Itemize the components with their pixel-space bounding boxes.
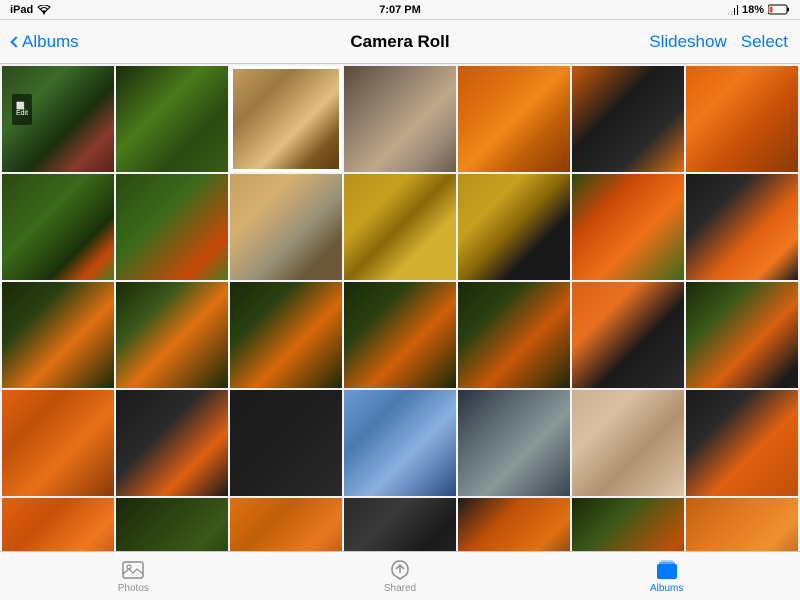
photo-thumb[interactable]	[116, 498, 228, 551]
photo-grid: ⬜Edit	[0, 64, 800, 551]
photo-thumb[interactable]	[458, 390, 570, 496]
photo-thumb[interactable]	[230, 390, 342, 496]
photo-thumb[interactable]	[572, 282, 684, 388]
nav-back[interactable]: Albums	[12, 32, 79, 52]
photo-thumb[interactable]	[686, 66, 798, 172]
photo-thumb[interactable]	[2, 174, 114, 280]
photo-thumb[interactable]	[116, 390, 228, 496]
photo-thumb[interactable]	[458, 66, 570, 172]
tab-albums[interactable]: Albums	[533, 559, 800, 594]
nav-bar: Albums Camera Roll Slideshow Select	[0, 20, 800, 64]
photo-thumb[interactable]	[2, 282, 114, 388]
photo-thumb[interactable]	[686, 390, 798, 496]
photo-thumb[interactable]	[458, 174, 570, 280]
page-title: Camera Roll	[350, 32, 449, 52]
photo-thumb[interactable]	[344, 390, 456, 496]
photo-thumb[interactable]	[116, 282, 228, 388]
photo-thumb[interactable]	[230, 498, 342, 551]
photo-thumb[interactable]: ⬜Edit	[2, 66, 114, 172]
carrier-label: iPad	[10, 4, 33, 16]
photo-thumb[interactable]	[2, 390, 114, 496]
shared-tab-label: Shared	[384, 583, 416, 594]
photo-thumb[interactable]	[344, 282, 456, 388]
photo-thumb[interactable]	[686, 174, 798, 280]
photo-thumb[interactable]	[230, 174, 342, 280]
grid-row	[2, 390, 798, 496]
battery-icon	[768, 4, 790, 15]
status-bar: iPad 7:07 PM 18%	[0, 0, 800, 20]
photo-thumb[interactable]	[572, 66, 684, 172]
photo-thumb[interactable]	[2, 498, 114, 551]
photos-tab-label: Photos	[118, 583, 149, 594]
photo-thumb[interactable]	[572, 390, 684, 496]
grid-row: ⬜Edit	[2, 66, 798, 172]
photo-thumb[interactable]	[344, 66, 456, 172]
photos-tab-icon	[121, 559, 145, 581]
nav-actions: Slideshow Select	[649, 32, 788, 52]
photo-thumb[interactable]	[230, 282, 342, 388]
status-time: 7:07 PM	[379, 4, 421, 16]
photo-thumb[interactable]	[344, 498, 456, 551]
grid-row	[2, 174, 798, 280]
albums-tab-label: Albums	[650, 583, 683, 594]
grid-row	[2, 498, 798, 551]
grid-row	[2, 282, 798, 388]
photo-thumb[interactable]	[230, 66, 342, 172]
photo-thumb[interactable]	[572, 174, 684, 280]
back-chevron-icon	[10, 36, 21, 47]
back-button[interactable]: Albums	[22, 32, 79, 52]
slideshow-button[interactable]: Slideshow	[649, 32, 727, 52]
photo-thumb[interactable]	[686, 498, 798, 551]
shared-tab-icon	[388, 559, 412, 581]
photo-thumb[interactable]	[686, 282, 798, 388]
photo-thumb[interactable]	[344, 174, 456, 280]
photo-thumb[interactable]	[116, 66, 228, 172]
photo-thumb[interactable]	[458, 498, 570, 551]
battery-label: 18%	[742, 4, 764, 16]
tab-shared[interactable]: Shared	[267, 559, 534, 594]
tab-photos[interactable]: Photos	[0, 559, 267, 594]
status-right: 18%	[726, 4, 790, 16]
albums-tab-icon	[655, 559, 679, 581]
select-button[interactable]: Select	[741, 32, 788, 52]
wifi-icon	[37, 5, 51, 15]
status-left: iPad	[10, 4, 51, 16]
tab-bar: Photos Shared Albums	[0, 551, 800, 600]
photo-thumb[interactable]	[458, 282, 570, 388]
photo-thumb[interactable]	[572, 498, 684, 551]
photo-thumb[interactable]	[116, 174, 228, 280]
signal-icon	[726, 5, 738, 15]
